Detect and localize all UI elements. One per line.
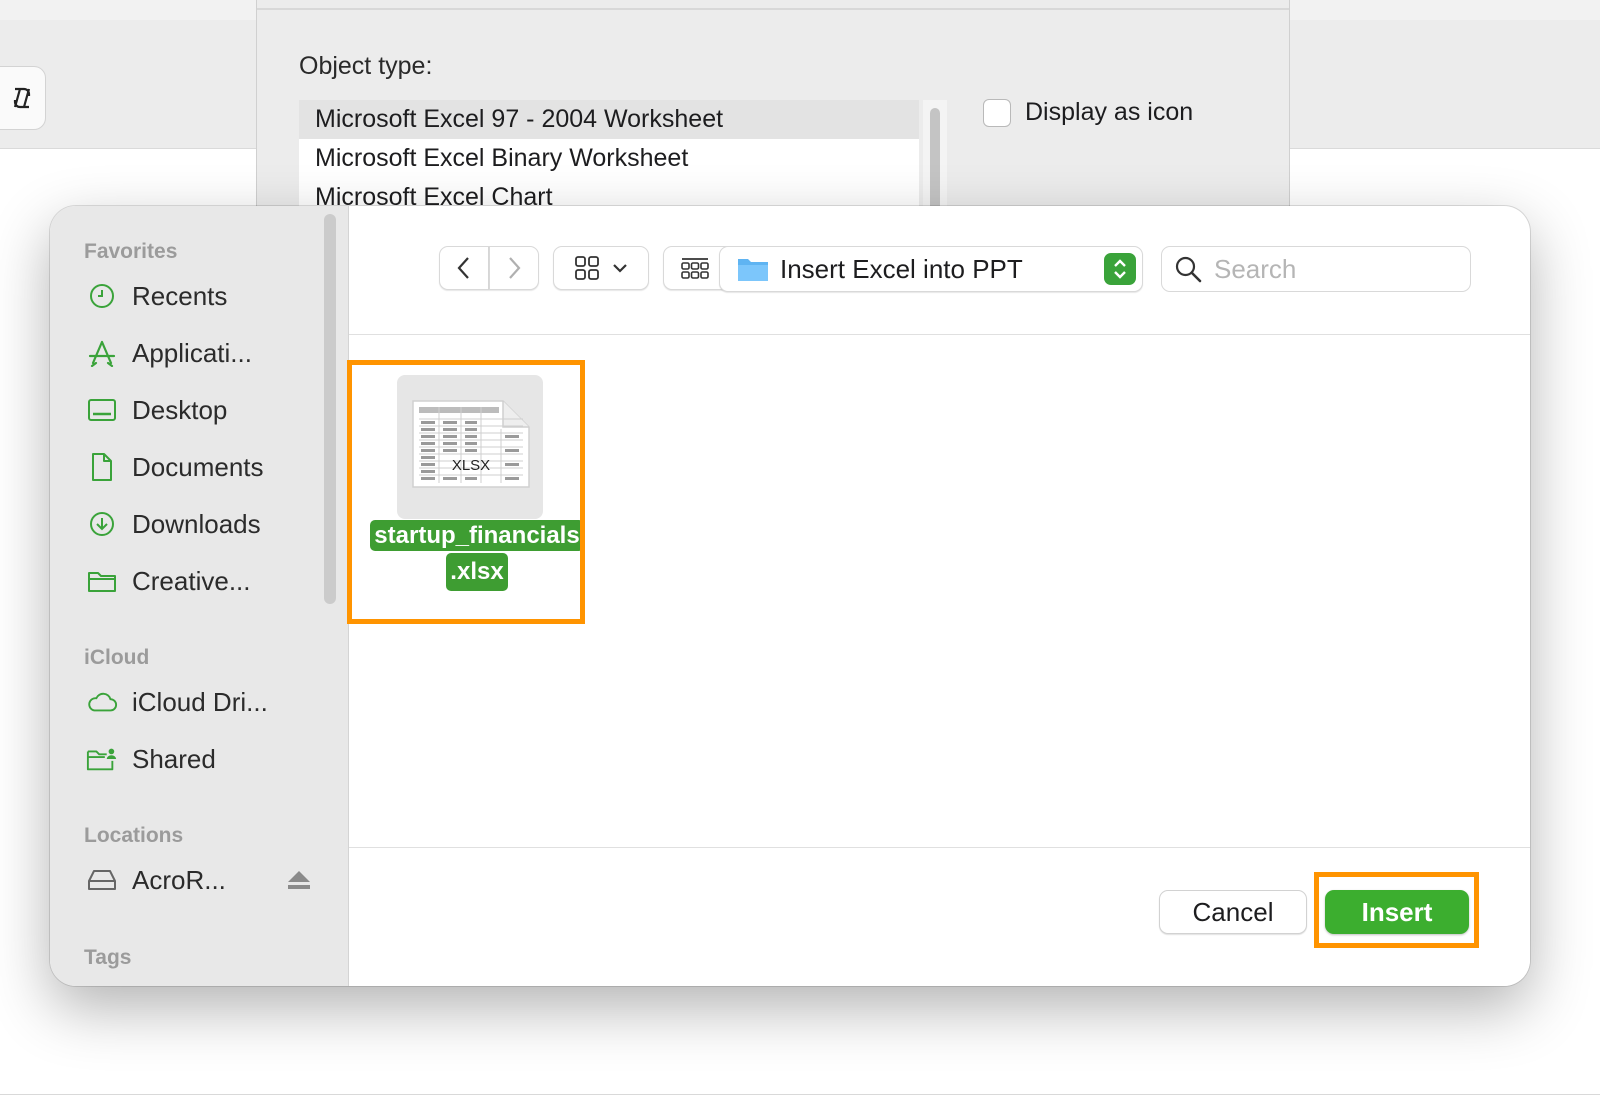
file-highlight-box [347, 360, 585, 624]
icon-view-grid-icon [575, 256, 599, 280]
section-favorites: Favorites [84, 240, 178, 263]
sidebar-item-documents[interactable]: Documents [86, 445, 264, 489]
download-icon [86, 508, 118, 540]
object-type-item[interactable]: Microsoft Excel 97 - 2004 Worksheet [299, 100, 919, 139]
insert-object-sheet: Object type: Microsoft Excel 97 - 2004 W… [256, 0, 1290, 240]
location-label: Insert Excel into PPT [780, 253, 1023, 284]
chevron-down-icon [613, 264, 627, 273]
file-picker-dialog: Favorites Recents Applicati... Desktop D… [50, 206, 1530, 986]
sheet-top-divider [257, 8, 1289, 10]
display-as-icon-option[interactable]: Display as icon [983, 98, 1193, 127]
sidebar-item-icloud-drive[interactable]: iCloud Dri... [86, 680, 268, 724]
location-stepper-icon [1104, 253, 1136, 285]
app-bottom-divider [0, 1094, 1600, 1095]
shared-folder-icon [86, 743, 118, 775]
sidebar-item-label: Desktop [132, 394, 228, 425]
cloud-icon [86, 686, 118, 718]
clock-icon [86, 280, 118, 312]
sidebar-item-label: AcroR... [132, 864, 226, 895]
sidebar-item-label: Applicati... [132, 337, 252, 368]
sidebar-item-applications[interactable]: Applicati... [86, 331, 252, 375]
toolbar: Insert Excel into PPT [349, 206, 1530, 335]
section-icloud: iCloud [84, 646, 150, 669]
chevron-left-icon [457, 257, 469, 279]
chevron-right-icon [509, 257, 521, 279]
sidebar-item-label: Shared [132, 743, 216, 774]
search-icon [1175, 256, 1202, 283]
search-field[interactable] [1161, 246, 1471, 292]
sidebar-item-label: Creative... [132, 565, 251, 596]
desktop-icon [86, 394, 118, 426]
sidebar-scrollbar[interactable] [324, 214, 336, 604]
document-icon [86, 451, 118, 483]
display-as-icon-checkbox[interactable] [983, 98, 1011, 127]
object-type-label: Object type: [299, 52, 433, 80]
sidebar-item-shared[interactable]: Shared [86, 737, 216, 781]
sidebar-item-downloads[interactable]: Downloads [86, 502, 261, 546]
group-grid-icon [681, 258, 709, 279]
copilot-button[interactable] [0, 66, 46, 130]
search-input[interactable] [1214, 253, 1454, 285]
insert-button[interactable]: Insert [1325, 890, 1469, 934]
sidebar-item-creative[interactable]: Creative... [86, 559, 251, 603]
sidebar-item-label: Recents [132, 280, 228, 311]
file-browser: Insert Excel into PPT Search XLSX startu… [347, 206, 1530, 986]
folder-icon [738, 259, 768, 281]
sidebar-item-label: Downloads [132, 508, 261, 539]
applications-icon [86, 337, 118, 369]
dialog-footer: Cancel Insert [349, 847, 1530, 986]
app-right-panel [1288, 20, 1600, 149]
eject-icon[interactable] [286, 858, 312, 902]
forward-button[interactable] [489, 246, 539, 290]
sidebar: Favorites Recents Applicati... Desktop D… [50, 206, 349, 986]
folder-icon [86, 565, 118, 597]
sidebar-item-label: iCloud Dri... [132, 686, 268, 717]
display-as-icon-label: Display as icon [1025, 98, 1194, 126]
section-tags: Tags [84, 946, 132, 969]
location-popup[interactable]: Insert Excel into PPT [719, 246, 1143, 292]
copilot-icon [13, 87, 31, 109]
section-locations: Locations [84, 824, 184, 847]
cancel-button[interactable]: Cancel [1159, 890, 1307, 934]
sidebar-item-desktop[interactable]: Desktop [86, 388, 227, 432]
drive-icon [86, 864, 118, 896]
file-area: XLSX startup_financials .xlsx [347, 335, 1530, 847]
view-mode-button[interactable] [553, 246, 649, 290]
back-button[interactable] [439, 246, 489, 290]
sidebar-item-label: Documents [132, 451, 264, 482]
sidebar-item-acrobat-drive[interactable]: AcroR... [86, 858, 310, 902]
sidebar-item-recents[interactable]: Recents [86, 274, 227, 318]
object-type-item[interactable]: Microsoft Excel Binary Worksheet [299, 139, 919, 178]
